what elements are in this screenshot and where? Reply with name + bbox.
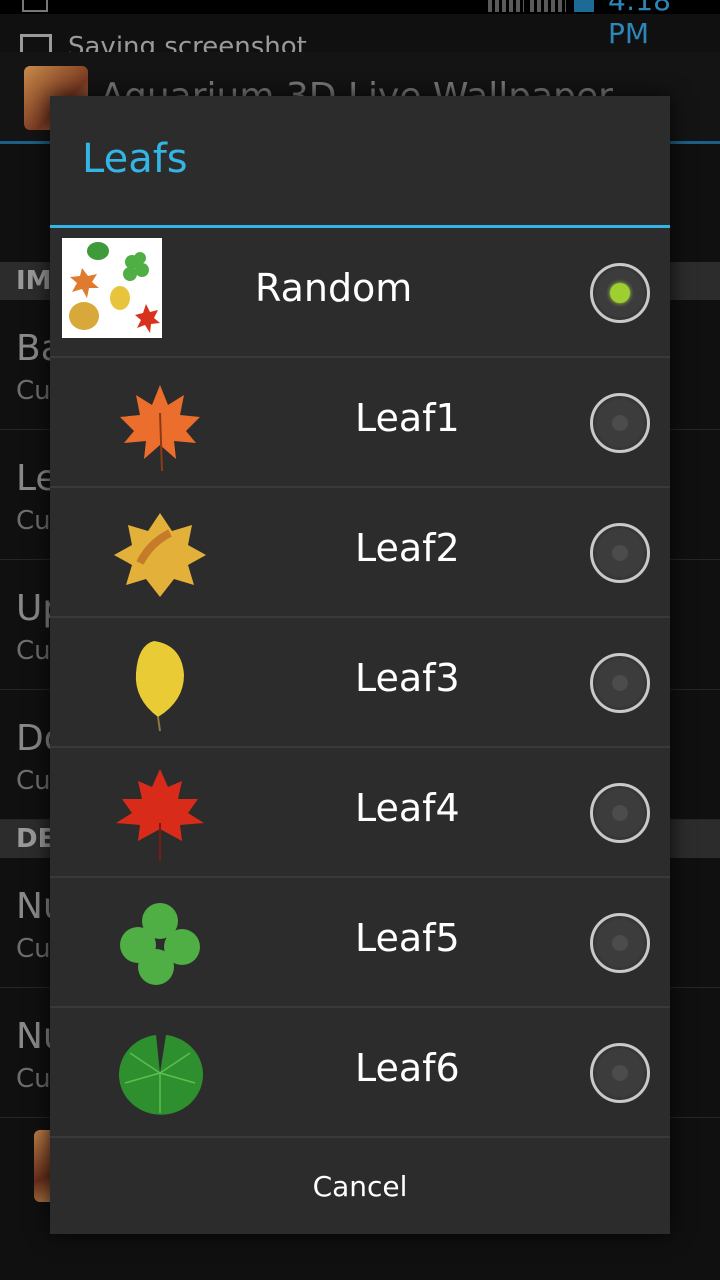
option-label: Random xyxy=(255,266,413,310)
radio-button-leaf6[interactable] xyxy=(590,1043,650,1103)
maple-leaf-orange-icon xyxy=(110,373,210,473)
cancel-button[interactable]: Cancel xyxy=(50,1138,670,1234)
option-leaf2[interactable]: Leaf2 xyxy=(50,488,670,618)
radio-button-leaf3[interactable] xyxy=(590,653,650,713)
wifi-icon xyxy=(530,0,566,12)
option-label: Leaf4 xyxy=(355,786,460,830)
cancel-label: Cancel xyxy=(312,1170,408,1203)
option-label: Leaf3 xyxy=(355,656,460,700)
lily-pad-icon xyxy=(110,1023,210,1123)
autumn-leaf-yellow-icon xyxy=(110,503,210,603)
option-label: Leaf1 xyxy=(355,396,460,440)
radio-button-random[interactable] xyxy=(590,263,650,323)
radio-button-leaf5[interactable] xyxy=(590,913,650,973)
signal-icon xyxy=(488,0,524,12)
option-leaf3[interactable]: Leaf3 xyxy=(50,618,670,748)
option-label: Leaf2 xyxy=(355,526,460,570)
radio-button-leaf4[interactable] xyxy=(590,783,650,843)
dialog-title: Leafs xyxy=(82,136,188,182)
option-random[interactable]: Random xyxy=(50,228,670,358)
option-leaf4[interactable]: Leaf4 xyxy=(50,748,670,878)
clover-leaf-icon xyxy=(110,893,210,993)
random-leaves-icon xyxy=(62,238,162,338)
status-bar: 4:18 PM xyxy=(0,0,720,50)
radio-button-leaf2[interactable] xyxy=(590,523,650,583)
radio-button-leaf1[interactable] xyxy=(590,393,650,453)
leafs-dialog: Leafs Random Leaf1 Leaf2 Leaf3 Leaf4 Lea… xyxy=(50,96,670,1234)
option-leaf6[interactable]: Leaf6 xyxy=(50,1008,670,1138)
screenshot-notification: Saving screenshot xyxy=(0,30,720,64)
red-maple-leaf-icon xyxy=(110,763,210,863)
option-label: Leaf5 xyxy=(355,916,460,960)
option-leaf1[interactable]: Leaf1 xyxy=(50,358,670,488)
yellow-leaf-icon xyxy=(110,633,210,733)
battery-icon xyxy=(574,0,594,12)
option-leaf5[interactable]: Leaf5 xyxy=(50,878,670,1008)
gallery-icon xyxy=(22,0,48,12)
dialog-header: Leafs xyxy=(50,96,670,228)
option-label: Leaf6 xyxy=(355,1046,460,1090)
